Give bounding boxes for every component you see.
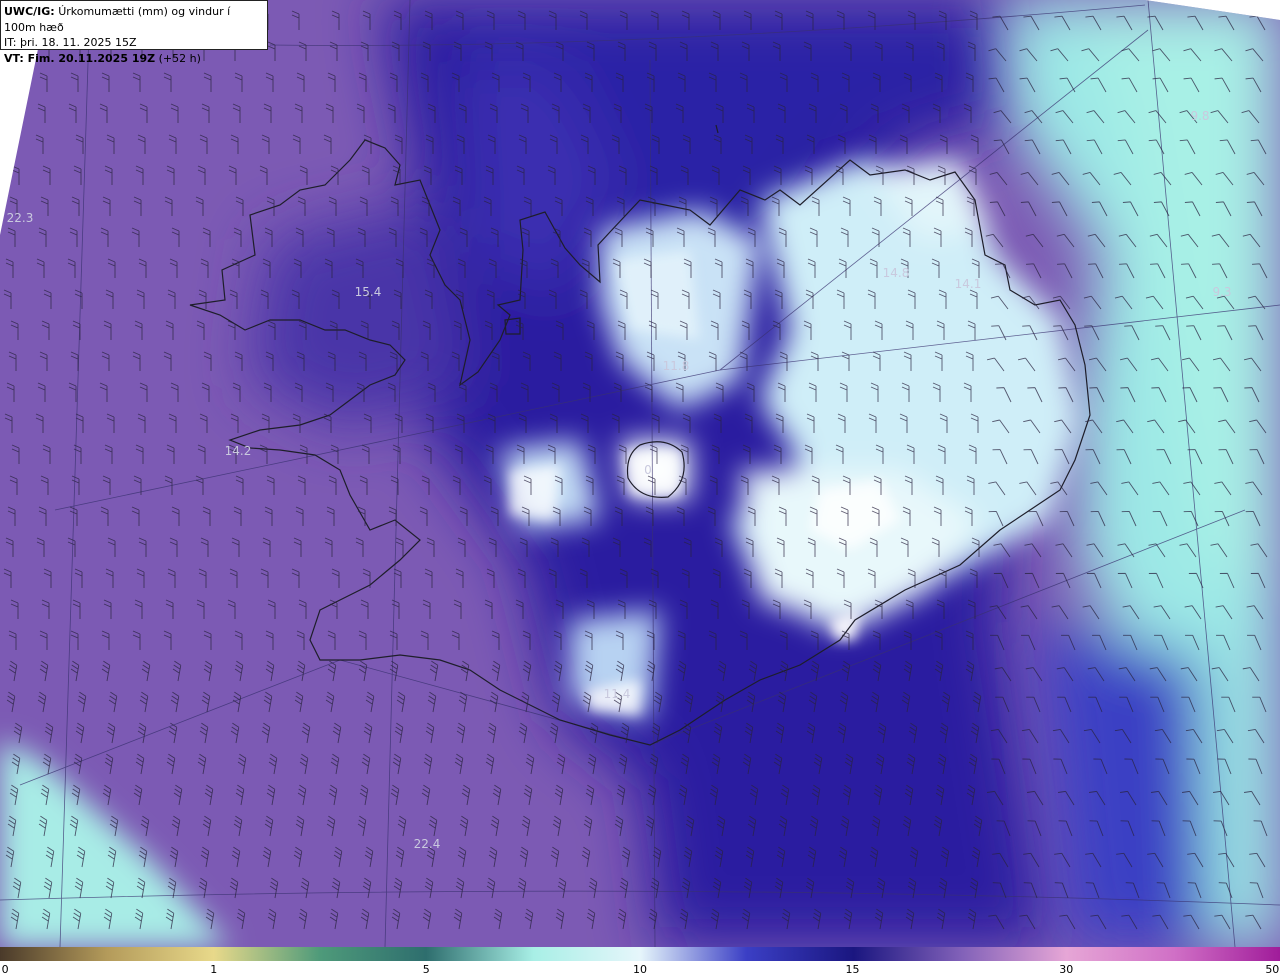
precipitation-wind-map: 22.3 15.4 14.2 11.8 14.8 14.1 11.4 22.4 9.8 9.3 0 (0, 0, 1280, 947)
label-northeast: 14.8 (883, 266, 910, 280)
label-south: 11.4 (604, 687, 631, 701)
label-south-ocean: 22.4 (414, 837, 441, 851)
initial-time: IT: þri. 18. 11. 2025 15Z (4, 36, 137, 49)
legend-tick-15: 15 (845, 963, 860, 976)
label-snaefellsnes: 14.2 (225, 444, 252, 458)
legend-gradient (0, 947, 1280, 961)
label-glacier-langjokull: 0 (644, 463, 652, 477)
precipitation-field (0, 0, 1280, 947)
label-north-central: 11.8 (663, 359, 690, 373)
legend-tick-50: 50 (1265, 963, 1280, 976)
valid-time-line: VT: Fim. 20.11.2025 19Z (+52 h) (4, 51, 263, 67)
product-line: UWC/IG: Úrkomumætti (mm) og vindur í 100… (4, 4, 263, 35)
legend-tick-1: 1 (210, 963, 218, 976)
label-nw-ocean: 22.3 (7, 211, 34, 225)
map-info-box: UWC/IG: Úrkomumætti (mm) og vindur í 100… (0, 0, 268, 65)
label-westfjords: 15.4 (355, 285, 382, 299)
valid-time-offset: (+52 h) (158, 51, 201, 65)
legend-tick-10: 10 (633, 963, 647, 976)
legend-tick-30: 30 (1059, 963, 1074, 976)
legend-tick-0: 0 (1, 963, 9, 976)
color-legend: 0 1 5 10 15 30 50 (0, 947, 1280, 978)
valid-time: VT: Fim. 20.11.2025 19Z (4, 51, 156, 65)
legend-tick-5: 5 (422, 963, 430, 976)
label-east: 14.1 (955, 277, 982, 291)
label-e-ocean: 9.3 (1212, 285, 1231, 299)
product-name: UWC/IG: (4, 5, 55, 18)
label-ne-ocean-1: 9.8 (1190, 109, 1209, 123)
